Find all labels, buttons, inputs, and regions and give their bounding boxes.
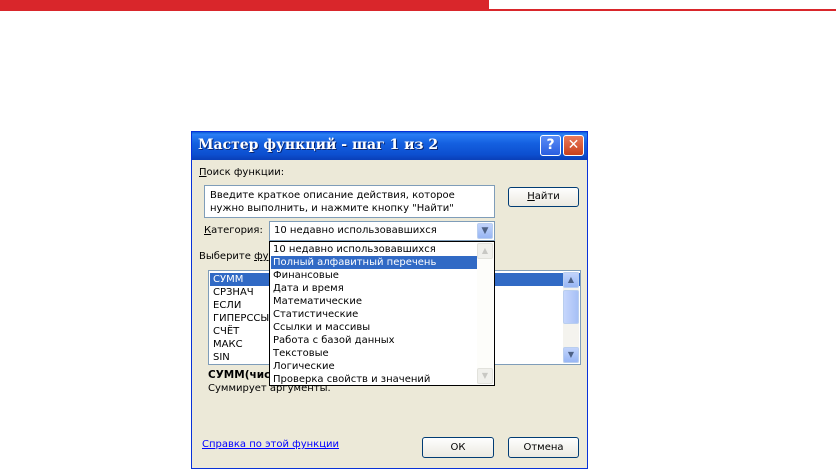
category-option[interactable]: Математические [271,295,477,308]
category-option[interactable]: 10 недавно использовавшихся [271,243,477,256]
top-red-bar [0,0,489,11]
category-option[interactable]: Проверка свойств и значений [271,373,477,385]
scroll-thumb[interactable] [563,290,579,324]
category-option[interactable]: Финансовые [271,269,477,282]
category-label: Категория: [204,225,263,236]
function-list-scrollbar[interactable]: ▲ ▼ [563,272,579,363]
find-button[interactable]: Найти [508,187,579,207]
help-button[interactable]: ? [540,135,561,156]
category-dropdown-list[interactable]: 10 недавно использовавшихся Полный алфав… [269,241,495,386]
category-selected-value: 10 недавно использовавшихся [274,225,437,236]
category-option[interactable]: Статистические [271,308,477,321]
function-list-label: Выберите фу [199,251,269,262]
category-option[interactable]: Ссылки и массивы [271,321,477,334]
scroll-down-icon[interactable]: ▼ [477,368,493,384]
ok-button[interactable]: ОК [422,437,494,458]
scroll-up-icon[interactable]: ▲ [477,243,493,259]
scroll-up-icon[interactable]: ▲ [563,272,579,288]
function-signature: СУММ(числ [208,369,278,381]
category-option[interactable]: Работа с базой данных [271,334,477,347]
function-wizard-dialog: Мастер функций - шаг 1 из 2 ? ✕ Поиск фу… [191,131,588,469]
chevron-down-icon[interactable]: ▼ [477,223,493,239]
search-label: Поиск функции: [199,167,285,178]
close-button[interactable]: ✕ [563,135,584,156]
title-bar[interactable]: Мастер функций - шаг 1 из 2 ? ✕ [192,132,587,160]
category-option[interactable]: Полный алфавитный перечень [271,256,477,269]
window-title: Мастер функций - шаг 1 из 2 [198,137,439,153]
category-option[interactable]: Текстовые [271,347,477,360]
category-option[interactable]: Логические [271,360,477,373]
scroll-down-icon[interactable]: ▼ [563,347,579,363]
category-select[interactable]: 10 недавно использовавшихся ▼ [269,221,495,241]
cancel-button[interactable]: Отмена [508,437,579,458]
category-option[interactable]: Дата и время [271,282,477,295]
top-red-line [489,9,836,11]
dropdown-scrollbar[interactable]: ▲ ▼ [477,243,493,384]
search-input[interactable]: Введите краткое описание действия, котор… [204,185,495,218]
function-help-link[interactable]: Справка по этой функции [202,439,339,450]
